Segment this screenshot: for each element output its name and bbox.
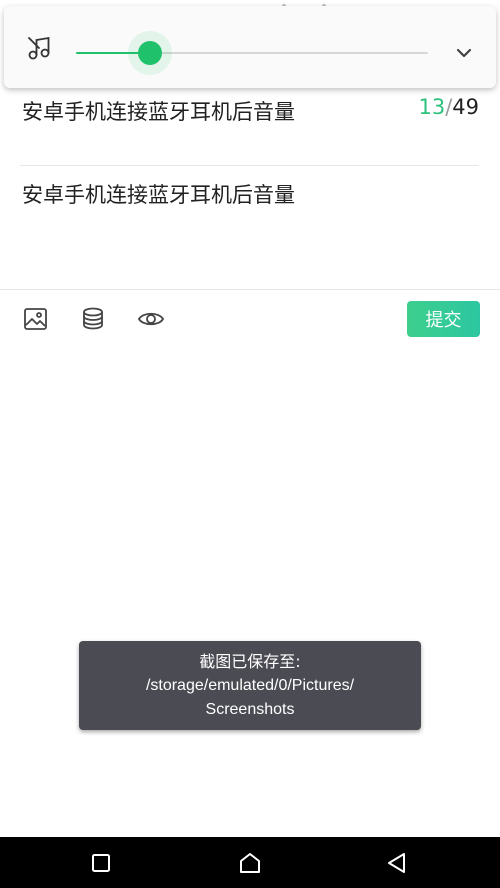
volume-panel [4, 6, 496, 88]
counter-current: 13 [418, 95, 446, 119]
toast-line-3: Screenshots [205, 700, 295, 718]
navigation-bar [0, 837, 500, 888]
toast-line-1: 截图已保存至: [199, 651, 301, 671]
toast-line-2: /storage/emulated/0/Pictures/ [145, 676, 355, 694]
post-body[interactable]: 安卓手机连接蓝牙耳机后音量 [22, 179, 295, 209]
counter-max: 49 [452, 95, 479, 119]
back-icon[interactable] [384, 850, 410, 876]
eye-icon[interactable] [137, 306, 165, 332]
recent-apps-icon[interactable] [88, 850, 114, 876]
image-icon[interactable] [22, 306, 50, 332]
volume-slider-thumb[interactable] [138, 41, 162, 65]
screenshot-toast: 截图已保存至: /storage/emulated/0/Pictures/ Sc… [79, 641, 421, 730]
post-title[interactable]: 安卓手机连接蓝牙耳机后音量 [22, 96, 295, 126]
title-char-counter: 13/49 [418, 95, 479, 119]
divider [0, 289, 500, 290]
volume-slider[interactable] [76, 31, 428, 75]
music-note-icon [28, 36, 50, 60]
screen: 安卓手机连接蓝牙耳机后音量 13/49 安卓手机连接蓝牙耳机后音量 提交 截图已… [0, 0, 500, 888]
submit-button[interactable]: 提交 [407, 301, 480, 337]
home-icon[interactable] [237, 850, 263, 876]
divider [20, 165, 479, 166]
chevron-down-icon[interactable] [453, 42, 475, 64]
database-icon[interactable] [80, 306, 108, 332]
